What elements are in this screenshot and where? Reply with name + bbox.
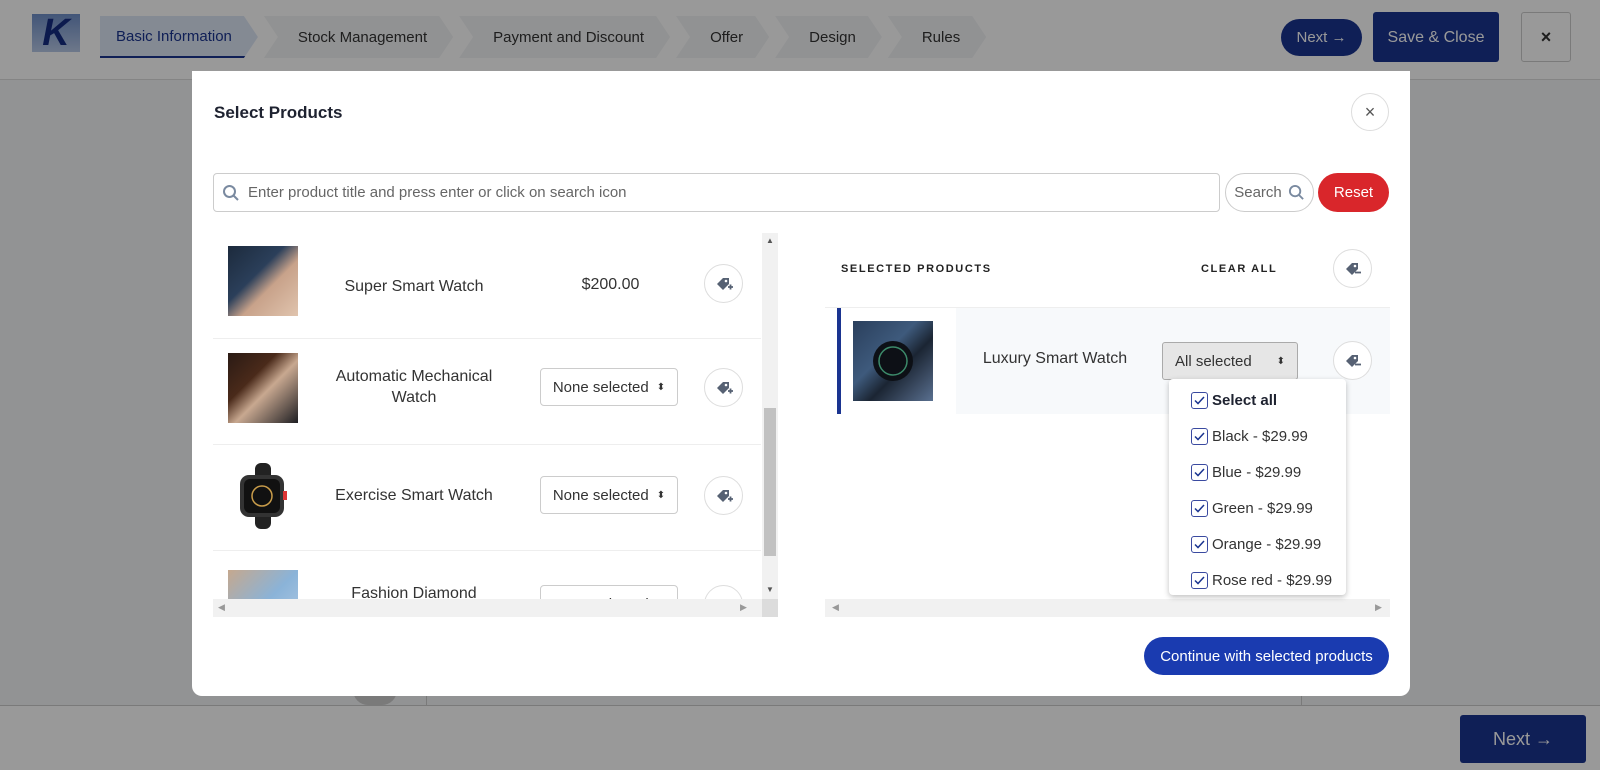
search-button[interactable]: Search — [1225, 173, 1314, 212]
scroll-right-arrow[interactable]: ▶ — [740, 602, 747, 613]
option-label: Black - $29.99 — [1212, 427, 1308, 445]
dropdown-option[interactable]: Black - $29.99 — [1191, 425, 1308, 447]
dropdown-option[interactable]: Rose red - $29.99 — [1191, 569, 1332, 591]
selected-product-name: Luxury Smart Watch — [982, 350, 1128, 367]
tag-plus-icon — [716, 489, 733, 502]
product-name: Automatic Mechanical Watch — [335, 368, 493, 406]
scroll-left-arrow[interactable]: ◀ — [218, 602, 225, 613]
option-label: Green - $29.99 — [1212, 499, 1313, 517]
product-row: Super Smart Watch $200.00 — [213, 233, 761, 339]
dropdown-option[interactable]: Green - $29.99 — [1191, 497, 1313, 519]
scrollbar-corner — [762, 599, 778, 617]
remove-all-tag-button[interactable] — [1333, 249, 1372, 288]
tag-minus-icon — [1345, 262, 1361, 275]
option-label: Rose red - $29.99 — [1212, 571, 1333, 589]
product-thumbnail — [228, 246, 298, 316]
remove-product-button[interactable] — [1333, 341, 1372, 380]
variant-select-value: None selected — [552, 378, 649, 396]
product-name: Super Smart Watch — [344, 278, 484, 295]
checkbox-checked-icon[interactable] — [1191, 463, 1208, 481]
select-arrows-icon: ⬍ — [656, 489, 666, 501]
scroll-left-arrow[interactable]: ◀ — [832, 602, 839, 613]
add-product-button[interactable] — [704, 585, 743, 599]
selected-horizontal-scrollbar[interactable]: ◀ ▶ — [825, 599, 1390, 617]
product-search-box — [213, 173, 1220, 212]
search-icon — [1288, 184, 1304, 200]
search-button-label: Search — [1234, 184, 1282, 201]
product-list[interactable]: Super Smart Watch $200.00 Automatic Mech… — [213, 233, 761, 599]
select-arrows-icon: ⬍ — [656, 381, 666, 393]
product-name: Exercise Smart Watch — [335, 487, 493, 504]
product-list-horizontal-scrollbar[interactable]: ◀ ▶ — [213, 599, 762, 617]
product-row: Automatic Mechanical Watch None selected… — [213, 339, 761, 445]
variant-select[interactable]: None selected ⬍ — [540, 368, 678, 406]
select-arrows-icon: ⬍ — [1276, 355, 1285, 367]
checkbox-checked-icon[interactable] — [1191, 427, 1208, 445]
checkbox-checked-icon[interactable] — [1191, 535, 1208, 553]
product-row: Exercise Smart Watch None selected ⬍ — [213, 445, 761, 551]
checkbox-checked-icon[interactable] — [1191, 499, 1208, 517]
continue-with-selected-button[interactable]: Continue with selected products — [1144, 637, 1389, 675]
product-list-panel: Super Smart Watch $200.00 Automatic Mech… — [213, 233, 778, 617]
option-label: Orange - $29.99 — [1212, 535, 1322, 553]
product-thumbnail — [228, 570, 298, 599]
product-thumbnail — [228, 353, 298, 423]
dropdown-option[interactable]: Blue - $29.99 — [1191, 461, 1301, 483]
product-search-input[interactable] — [248, 184, 1219, 201]
modal-title: Select Products — [214, 103, 343, 122]
scrollbar-thumb[interactable] — [764, 408, 776, 556]
selected-indicator — [837, 308, 841, 414]
search-icon — [214, 184, 248, 202]
variant-select[interactable]: None selected ⬍ — [540, 476, 678, 514]
tag-minus-icon — [1345, 354, 1361, 367]
option-label: Select all — [1212, 391, 1278, 409]
variant-select-value: All selected — [1175, 352, 1252, 370]
scroll-up-arrow[interactable]: ▲ — [765, 236, 775, 245]
dropdown-option[interactable]: Orange - $29.99 — [1191, 533, 1321, 555]
variant-select-value: None selected — [552, 486, 649, 504]
scroll-down-arrow[interactable]: ▼ — [765, 585, 775, 594]
variant-select[interactable]: None selected ⬍ — [540, 585, 678, 599]
product-row: Fashion Diamond Women's None selected ⬍ — [213, 551, 761, 599]
option-label: Blue - $29.99 — [1212, 463, 1302, 481]
tag-plus-icon — [716, 277, 733, 290]
reset-button[interactable]: Reset — [1318, 173, 1389, 212]
tag-plus-icon — [716, 381, 733, 394]
selected-products-header: SELECTED PRODUCTS — [841, 263, 992, 275]
checkbox-checked-icon[interactable] — [1191, 391, 1208, 409]
product-price: $200.00 — [581, 276, 640, 293]
product-name: Fashion Diamond Women's — [351, 585, 477, 599]
add-product-button[interactable] — [704, 476, 743, 515]
product-thumbnail — [853, 321, 933, 401]
variant-dropdown-menu: Select all Black - $29.99 Blue - $29.99 … — [1169, 379, 1346, 595]
product-list-vertical-scrollbar[interactable]: ▲ ▼ — [762, 233, 778, 599]
add-product-button[interactable] — [704, 368, 743, 407]
modal-close-button[interactable]: × — [1351, 93, 1389, 131]
scroll-right-arrow[interactable]: ▶ — [1375, 602, 1382, 613]
clear-all-button[interactable]: CLEAR ALL — [1201, 263, 1277, 275]
dropdown-option-select-all[interactable]: Select all — [1191, 389, 1277, 411]
variant-select-open[interactable]: All selected ⬍ — [1162, 342, 1298, 380]
add-product-button[interactable] — [704, 264, 743, 303]
product-thumbnail — [228, 461, 298, 531]
checkbox-checked-icon[interactable] — [1191, 571, 1208, 589]
